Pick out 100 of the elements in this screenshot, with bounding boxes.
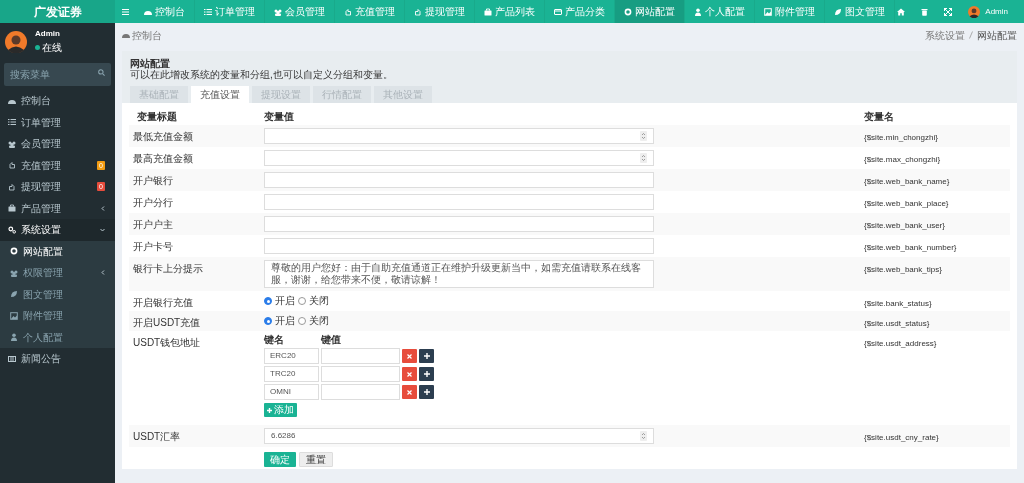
list-icon bbox=[204, 7, 212, 16]
variable-name: {$site.usdt_status} bbox=[864, 319, 930, 328]
row-title: 银行卡上分提示 bbox=[133, 263, 203, 274]
top-nav-tab[interactable]: 图文管理 bbox=[825, 0, 895, 23]
bag-icon bbox=[8, 204, 16, 213]
variable-name: {$site.bank_status} bbox=[864, 299, 932, 308]
variable-name: {$site.web_bank_name} bbox=[864, 177, 950, 186]
top-nav-tab[interactable]: 提现管理 bbox=[405, 0, 475, 23]
row-title: 开户银行 bbox=[133, 175, 173, 186]
spinner-icon[interactable] bbox=[640, 131, 647, 141]
row-title: 最高充值金额 bbox=[133, 153, 193, 164]
menu-icon[interactable] bbox=[121, 8, 129, 15]
breadcrumb-home[interactable]: 控制台 bbox=[132, 27, 162, 43]
radio-label: 关闭 bbox=[309, 315, 329, 327]
close-icon bbox=[407, 371, 412, 377]
remove-button[interactable] bbox=[402, 349, 417, 363]
close-icon bbox=[407, 389, 412, 395]
value-input[interactable] bbox=[321, 366, 400, 382]
settings-tab[interactable]: 充值设置 bbox=[191, 86, 249, 103]
breadcrumb-item[interactable]: 系统设置 bbox=[925, 27, 965, 43]
input-field[interactable] bbox=[264, 238, 654, 254]
fullscreen-icon[interactable] bbox=[944, 7, 953, 16]
move-icon bbox=[423, 371, 430, 377]
sidebar-item[interactable]: 产品管理 bbox=[0, 197, 115, 219]
column-header: 键名 bbox=[264, 334, 285, 346]
input-field[interactable] bbox=[264, 172, 654, 188]
top-nav-tab[interactable]: 附件管理 bbox=[755, 0, 825, 23]
top-nav-tab[interactable]: 网站配置 bbox=[615, 0, 685, 23]
variable-name: {$site.web_bank_place} bbox=[864, 199, 949, 208]
spinner-icon[interactable] bbox=[640, 153, 647, 163]
card-icon bbox=[554, 7, 562, 16]
top-user-name[interactable]: Admin bbox=[985, 5, 1008, 18]
top-nav-tab[interactable]: 充值管理 bbox=[335, 0, 405, 23]
input-field[interactable] bbox=[264, 128, 654, 144]
users-icon bbox=[274, 7, 282, 16]
move-icon bbox=[423, 353, 430, 359]
row-title: 开户卡号 bbox=[133, 241, 173, 252]
sidebar-item[interactable]: 新闻公告 bbox=[0, 348, 115, 370]
search-icon[interactable] bbox=[98, 69, 105, 76]
remove-button[interactable] bbox=[402, 367, 417, 381]
move-button[interactable] bbox=[419, 385, 434, 399]
avatar-icon[interactable] bbox=[968, 5, 981, 18]
sidebar-subitem[interactable]: 网站配置 bbox=[0, 240, 115, 262]
variable-name: {$site.min_chongzhi} bbox=[864, 133, 938, 142]
user-name: Admin bbox=[35, 28, 61, 40]
sidebar-item[interactable]: 控制台 bbox=[0, 90, 115, 112]
value-input[interactable] bbox=[321, 384, 400, 400]
brand-logo[interactable]: 广发证券 bbox=[0, 0, 115, 23]
panel-title: 网站配置 bbox=[130, 58, 170, 69]
value-input[interactable] bbox=[321, 348, 400, 364]
form-button[interactable]: 重置 bbox=[299, 452, 333, 467]
sidebar-item[interactable]: 会员管理 bbox=[0, 133, 115, 155]
top-nav-tab[interactable]: 控制台 bbox=[135, 0, 195, 23]
row-title: 开启银行充值 bbox=[133, 297, 193, 308]
sidebar-item[interactable]: 订单管理 bbox=[0, 111, 115, 133]
radio-button[interactable] bbox=[264, 317, 272, 325]
input-field[interactable] bbox=[264, 194, 654, 210]
gears-icon bbox=[8, 225, 16, 234]
gear-icon bbox=[10, 247, 18, 256]
input-field[interactable] bbox=[264, 150, 654, 166]
key-input[interactable]: OMNI bbox=[264, 384, 319, 400]
radio-button[interactable] bbox=[298, 317, 306, 325]
sidebar-item[interactable]: 系统设置 bbox=[0, 219, 115, 241]
breadcrumb-item[interactable]: 网站配置 bbox=[977, 27, 1017, 43]
variable-name: {$site.web_bank_number} bbox=[864, 243, 957, 252]
panel-description: 可以在此增改系统的变量和分组,也可以自定义分组和变量。 bbox=[130, 69, 394, 81]
add-button[interactable]: 添加 bbox=[264, 403, 297, 417]
sidebar-subitem[interactable]: 个人配置 bbox=[0, 326, 115, 348]
key-input[interactable]: ERC20 bbox=[264, 348, 319, 364]
search-field[interactable]: 搜索菜单 bbox=[4, 63, 111, 86]
input-field[interactable]: 6.6286 bbox=[264, 428, 654, 444]
top-nav-tab[interactable]: 会员管理 bbox=[265, 0, 335, 23]
spinner-icon[interactable] bbox=[640, 431, 647, 441]
sidebar-subitem[interactable]: 附件管理 bbox=[0, 305, 115, 327]
newspaper-icon bbox=[8, 354, 16, 363]
variable-name: {$site.web_bank_tips} bbox=[864, 265, 942, 274]
remove-button[interactable] bbox=[402, 385, 417, 399]
key-input[interactable]: TRC20 bbox=[264, 366, 319, 382]
column-header: 变量标题 bbox=[136, 111, 178, 123]
users-icon bbox=[10, 268, 18, 277]
column-header: 变量名 bbox=[864, 111, 895, 123]
user-status: 在线 bbox=[42, 41, 62, 55]
move-button[interactable] bbox=[419, 367, 434, 381]
input-field[interactable] bbox=[264, 216, 654, 232]
move-button[interactable] bbox=[419, 349, 434, 363]
text-area[interactable]: 尊敬的用户您好：由于自助充值通道正在维护升级更新当中，如需充值请联系在线客服，谢谢，给您带来不便，敬请谅解！ bbox=[264, 260, 654, 288]
gear-icon bbox=[624, 7, 632, 16]
chevron-left-icon bbox=[101, 205, 105, 211]
sidebar-subitem[interactable]: 权限管理 bbox=[0, 262, 115, 284]
image-icon bbox=[10, 311, 18, 320]
top-nav-tab[interactable]: 个人配置 bbox=[685, 0, 755, 23]
radio-button[interactable] bbox=[298, 297, 306, 305]
top-nav-tab[interactable]: 产品列表 bbox=[475, 0, 545, 23]
dashboard-icon bbox=[122, 32, 130, 38]
sidebar-subitem[interactable]: 图文管理 bbox=[0, 283, 115, 305]
home-icon[interactable] bbox=[897, 7, 906, 16]
top-nav-tab[interactable]: 订单管理 bbox=[195, 0, 265, 23]
trash-icon[interactable] bbox=[921, 7, 929, 16]
radio-button[interactable] bbox=[264, 297, 272, 305]
form-button[interactable]: 确定 bbox=[264, 452, 296, 467]
